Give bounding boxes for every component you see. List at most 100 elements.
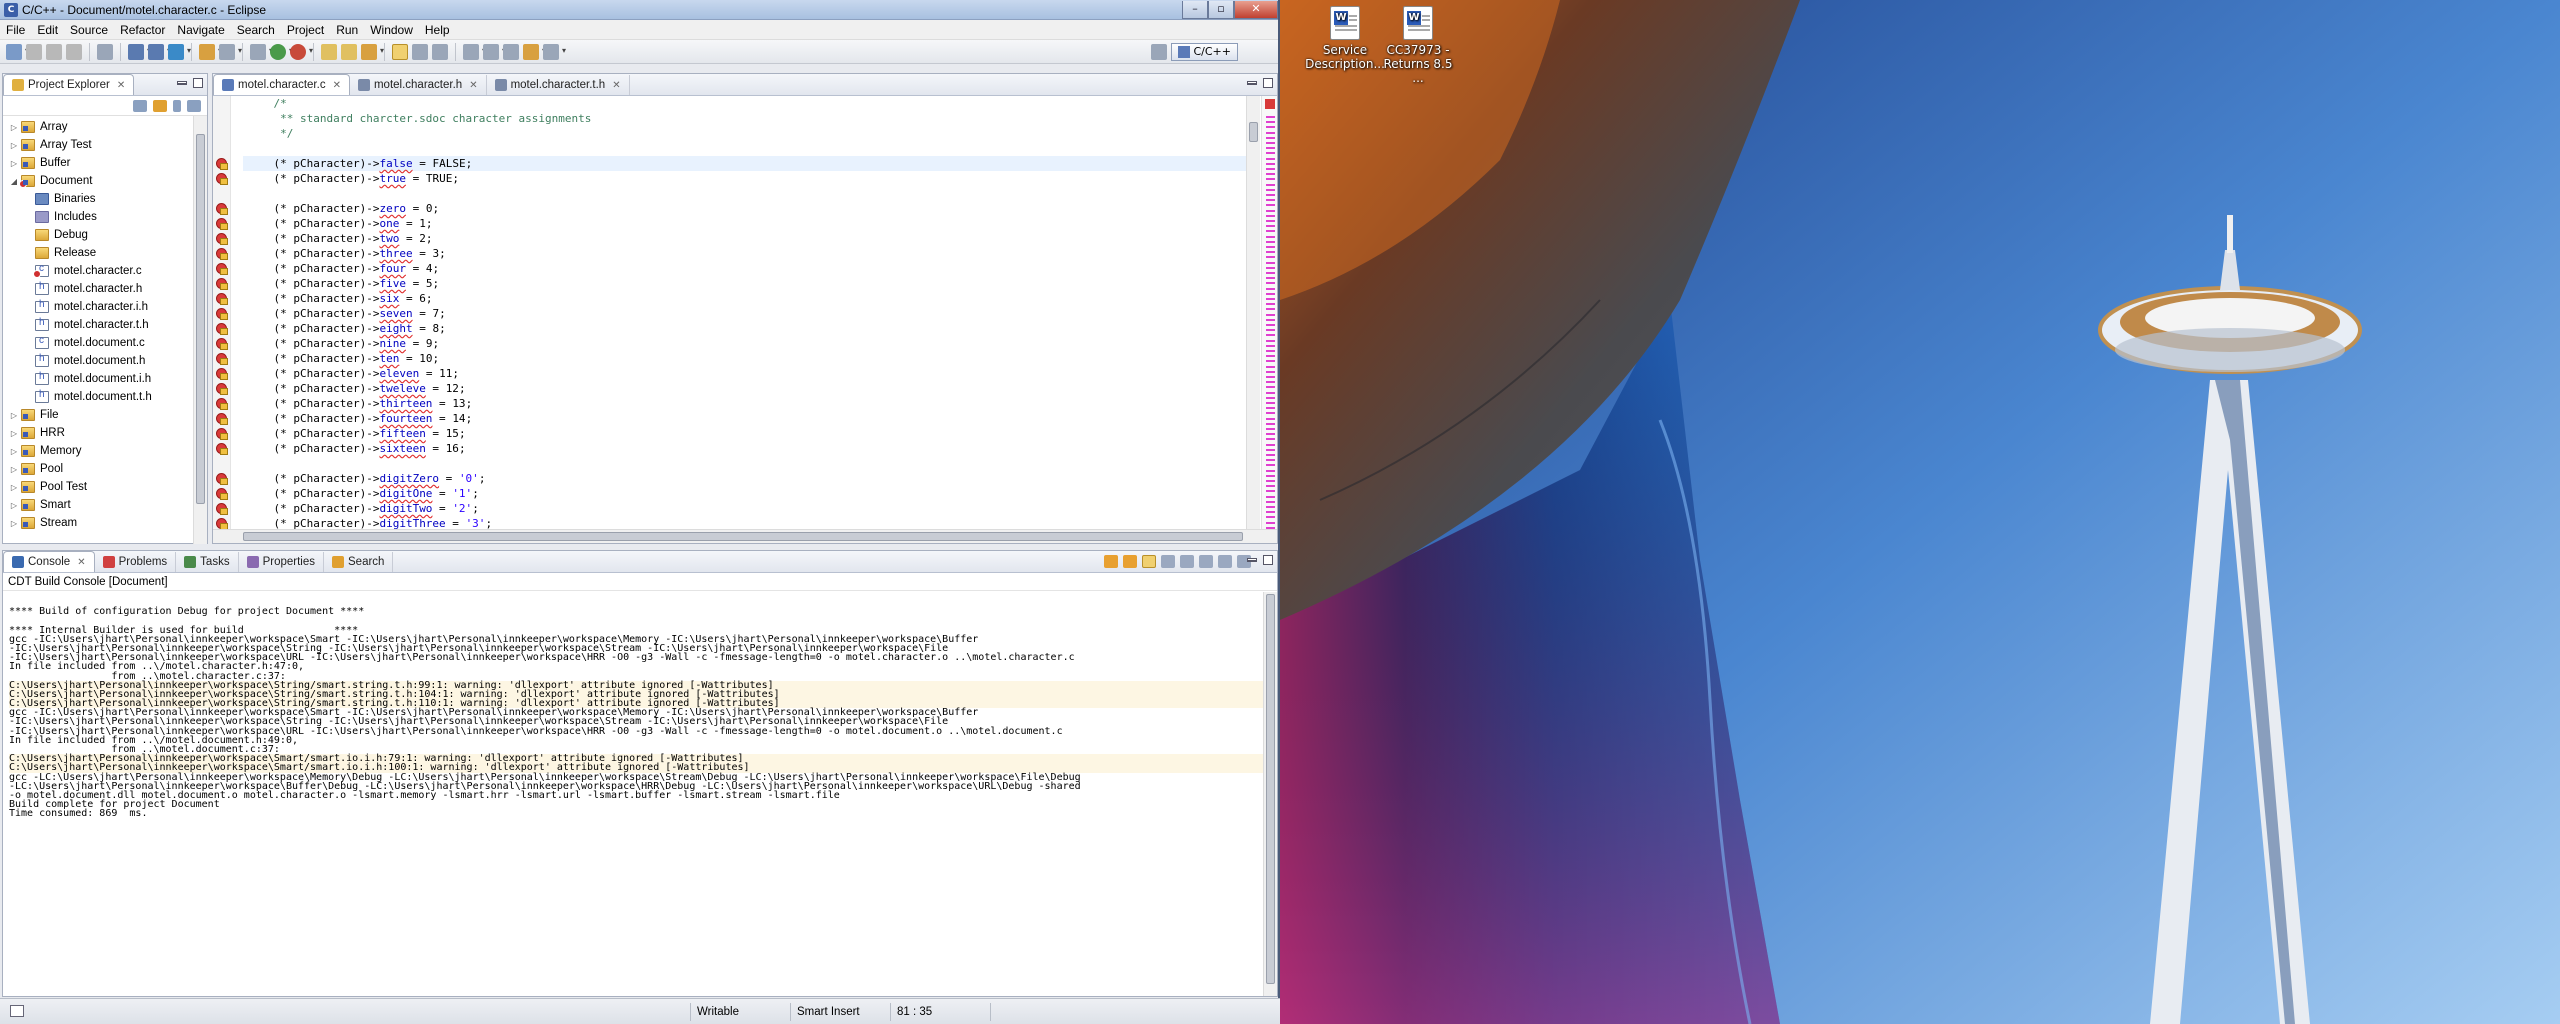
error-overview-mark[interactable] [1266,350,1275,352]
tree-item[interactable]: motel.document.i.h [3,370,207,388]
minimize-editor-icon[interactable] [1247,81,1257,85]
error-overview-mark[interactable] [1266,495,1275,498]
save-all-icon[interactable] [46,43,62,60]
minimize-button[interactable]: – [1182,0,1208,19]
error-overview-mark[interactable] [1266,220,1275,222]
error-overview-mark[interactable] [1266,521,1275,524]
error-overview-mark[interactable] [1266,391,1275,394]
collapse-all-icon[interactable] [133,99,147,112]
new-class-icon[interactable] [168,43,191,60]
error-marker-icon[interactable] [216,308,228,320]
tree-item[interactable]: ◢ Document [3,172,207,190]
menu-edit[interactable]: Edit [31,23,64,37]
fast-view-icon[interactable] [10,1005,24,1017]
error-overview-mark[interactable] [1266,365,1275,368]
run-icon[interactable] [270,43,293,60]
error-overview-mark[interactable] [1266,344,1275,347]
tree-item[interactable]: ▷ Stream [3,514,207,532]
error-marker-icon[interactable] [216,278,228,290]
desktop-icon-cc37973[interactable]: CC37973 - Returns 8.5 ... [1378,6,1458,85]
open-console-icon[interactable] [1218,555,1232,568]
editor-tab[interactable]: motel.character.c ✕ [213,74,350,95]
error-overview-mark[interactable] [1266,194,1275,196]
menu-help[interactable]: Help [419,23,456,37]
error-overview-mark[interactable] [1266,443,1275,446]
tree-item[interactable]: motel.character.c [3,262,207,280]
menu-window[interactable]: Window [364,23,419,37]
error-overview-mark[interactable] [1266,376,1275,378]
collapsed-chevron-icon[interactable]: ▷ [9,429,19,438]
console-scrollbar[interactable] [1263,592,1277,996]
build-all-icon[interactable] [199,43,222,60]
menu-file[interactable]: File [0,23,31,37]
tree-item[interactable]: ▷ Pool Test [3,478,207,496]
make-target-icon[interactable] [219,43,242,60]
error-marker-icon[interactable] [216,263,228,275]
new-folder-icon[interactable] [148,43,171,60]
error-marker-icon[interactable] [216,383,228,395]
error-overview-mark[interactable] [1266,188,1275,191]
error-overview-mark[interactable] [1266,313,1275,316]
explorer-scrollbar[interactable] [193,116,207,544]
tree-item[interactable]: motel.character.t.h [3,316,207,334]
close-tab-icon[interactable]: ✕ [77,557,85,568]
error-marker-icon[interactable] [216,233,228,245]
error-overview-mark[interactable] [1266,407,1275,410]
error-marker-icon[interactable] [216,353,228,365]
error-overview-mark[interactable] [1266,428,1275,430]
error-overview-mark[interactable] [1266,355,1275,358]
error-overview-mark[interactable] [1266,287,1275,290]
error-overview-mark[interactable] [1266,277,1275,280]
error-overview-mark[interactable] [1266,402,1275,404]
error-overview-mark[interactable] [1266,303,1275,306]
error-overview-mark[interactable] [1266,308,1275,311]
error-overview-mark[interactable] [1266,329,1275,332]
maximize-editor-icon[interactable] [1263,78,1273,88]
word-wrap-icon[interactable] [1199,555,1213,568]
collapsed-chevron-icon[interactable]: ▷ [9,501,19,510]
error-overview-mark[interactable] [1266,282,1275,285]
print-icon[interactable] [66,43,82,60]
error-overview-mark[interactable] [1266,396,1275,399]
error-overview-mark[interactable] [1266,272,1275,274]
tree-item[interactable]: ▷ Array Test [3,136,207,154]
previous-annotation-icon[interactable] [483,43,506,60]
error-overview-mark[interactable] [1266,256,1275,259]
maximize-button[interactable]: ▫ [1208,0,1234,19]
editor-horizontal-scrollbar[interactable] [213,529,1277,543]
error-overview-mark[interactable] [1266,116,1275,118]
show-whitespace-icon[interactable] [412,43,428,60]
error-overview-mark[interactable] [1266,490,1275,493]
minimize-console-icon[interactable] [1247,558,1257,562]
error-overview-mark[interactable] [1266,469,1275,472]
new-icon[interactable] [6,43,29,60]
debug-icon[interactable] [250,43,273,60]
error-overview-mark[interactable] [1266,454,1275,456]
error-marker-icon[interactable] [216,173,228,185]
error-overview-mark[interactable] [1266,126,1275,129]
editor-tab[interactable]: motel.character.t.h ✕ [487,75,630,95]
next-annotation-icon[interactable] [463,43,486,60]
error-overview-mark[interactable] [1266,448,1275,451]
collapsed-chevron-icon[interactable]: ▷ [9,483,19,492]
close-window-button[interactable]: ✕ [1234,0,1278,19]
perspective-button[interactable]: C/C++ [1171,42,1238,61]
error-overview-mark[interactable] [1266,318,1275,321]
menu-source[interactable]: Source [64,23,114,37]
error-overview-mark[interactable] [1266,214,1275,217]
collapsed-chevron-icon[interactable]: ▷ [9,141,19,150]
tree-item[interactable]: ▷ Smart [3,496,207,514]
tree-item[interactable]: motel.character.i.h [3,298,207,316]
error-overview-mark[interactable] [1266,324,1275,326]
tree-item[interactable]: motel.document.h [3,352,207,370]
error-overview-mark[interactable] [1266,152,1275,155]
toggle-mark-occurrences-icon[interactable] [392,43,408,60]
collapsed-chevron-icon[interactable]: ▷ [9,465,19,474]
error-overview-mark[interactable] [1266,381,1275,384]
error-overview-mark[interactable] [1266,225,1275,228]
error-overview-mark[interactable] [1266,183,1275,186]
show-selected-element-icon[interactable] [432,43,448,60]
error-marker-icon[interactable] [216,368,228,380]
tab-tasks[interactable]: Tasks [176,552,239,572]
collapsed-chevron-icon[interactable]: ▷ [9,411,19,420]
